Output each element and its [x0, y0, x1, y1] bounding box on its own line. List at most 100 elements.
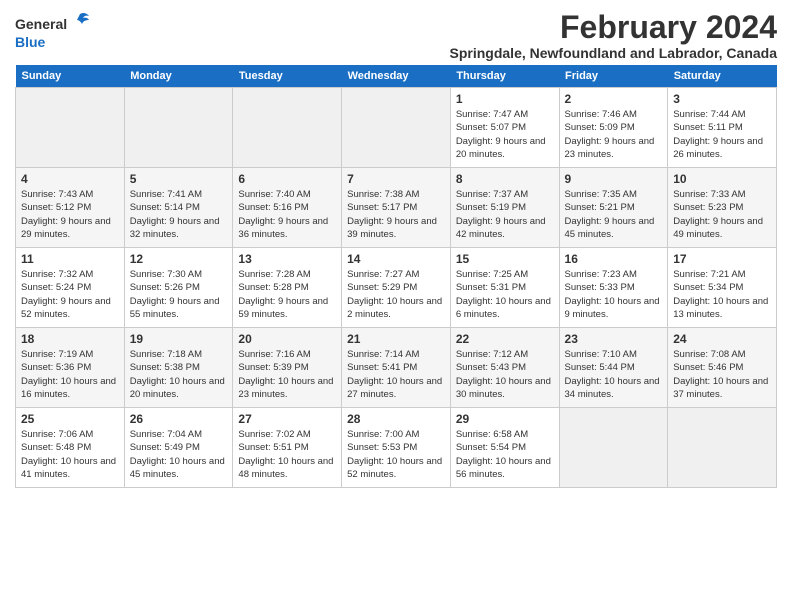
calendar-table: Sunday Monday Tuesday Wednesday Thursday…	[15, 65, 777, 488]
day-number: 6	[238, 172, 336, 186]
day-number: 1	[456, 92, 554, 106]
table-row: 3Sunrise: 7:44 AMSunset: 5:11 PMDaylight…	[668, 88, 777, 168]
day-number: 4	[21, 172, 119, 186]
week-row-1: 1 Sunrise: 7:47 AMSunset: 5:07 PMDaylight…	[16, 88, 777, 168]
day-info: Sunrise: 7:40 AMSunset: 5:16 PMDaylight:…	[238, 188, 336, 241]
table-row: 9 Sunrise: 7:35 AMSunset: 5:21 PMDaylight…	[559, 168, 668, 248]
header-thursday: Thursday	[450, 65, 559, 88]
day-info: Sunrise: 7:12 AMSunset: 5:43 PMDaylight:…	[456, 348, 554, 401]
day-number: 17	[673, 252, 771, 266]
day-info: Sunrise: 7:00 AMSunset: 5:53 PMDaylight:…	[347, 428, 445, 481]
week-row-4: 18 Sunrise: 7:19 AMSunset: 5:36 PMDayligh…	[16, 328, 777, 408]
week-row-5: 25 Sunrise: 7:06 AMSunset: 5:48 PMDayligh…	[16, 408, 777, 488]
day-info: Sunrise: 7:46 AMSunset: 5:09 PMDaylight:…	[565, 108, 663, 161]
day-info: Sunrise: 7:27 AMSunset: 5:29 PMDaylight:…	[347, 268, 445, 321]
day-number: 23	[565, 332, 663, 346]
day-number: 13	[238, 252, 336, 266]
day-number: 24	[673, 332, 771, 346]
day-info: Sunrise: 7:04 AMSunset: 5:49 PMDaylight:…	[130, 428, 228, 481]
table-row: 27 Sunrise: 7:02 AMSunset: 5:51 PMDayligh…	[233, 408, 342, 488]
day-info: Sunrise: 7:06 AMSunset: 5:48 PMDaylight:…	[21, 428, 119, 481]
day-number: 26	[130, 412, 228, 426]
table-row: 24 Sunrise: 7:08 AMSunset: 5:46 PMDayligh…	[668, 328, 777, 408]
day-number: 25	[21, 412, 119, 426]
day-number: 10	[673, 172, 771, 186]
day-info: Sunrise: 7:18 AMSunset: 5:38 PMDaylight:…	[130, 348, 228, 401]
day-info: Sunrise: 7:23 AMSunset: 5:33 PMDaylight:…	[565, 268, 663, 321]
day-info: Sunrise: 7:21 AMSunset: 5:34 PMDaylight:…	[673, 268, 771, 321]
day-number: 21	[347, 332, 445, 346]
table-row	[16, 88, 125, 168]
day-info: Sunrise: 7:30 AMSunset: 5:26 PMDaylight:…	[130, 268, 228, 321]
day-number: 27	[238, 412, 336, 426]
header-row: Sunday Monday Tuesday Wednesday Thursday…	[16, 65, 777, 88]
table-row: 21 Sunrise: 7:14 AMSunset: 5:41 PMDayligh…	[342, 328, 451, 408]
day-info: Sunrise: 7:16 AMSunset: 5:39 PMDaylight:…	[238, 348, 336, 401]
day-info: Sunrise: 7:10 AMSunset: 5:44 PMDaylight:…	[565, 348, 663, 401]
table-row	[124, 88, 233, 168]
title-section: February 2024 Springdale, Newfoundland a…	[450, 10, 777, 61]
day-number: 5	[130, 172, 228, 186]
day-info: Sunrise: 7:35 AMSunset: 5:21 PMDaylight:…	[565, 188, 663, 241]
table-row: 5Sunrise: 7:41 AMSunset: 5:14 PMDaylight…	[124, 168, 233, 248]
logo-general: General	[15, 16, 67, 32]
table-row: 2 Sunrise: 7:46 AMSunset: 5:09 PMDaylight…	[559, 88, 668, 168]
table-row: 26 Sunrise: 7:04 AMSunset: 5:49 PMDayligh…	[124, 408, 233, 488]
day-number: 18	[21, 332, 119, 346]
table-row: 14Sunrise: 7:27 AMSunset: 5:29 PMDayligh…	[342, 248, 451, 328]
table-row: 8 Sunrise: 7:37 AMSunset: 5:19 PMDaylight…	[450, 168, 559, 248]
logo: General Blue	[15, 10, 91, 50]
day-number: 8	[456, 172, 554, 186]
header: General Blue February 2024 Springdale, N…	[15, 10, 777, 61]
header-monday: Monday	[124, 65, 233, 88]
main-title: February 2024	[450, 10, 777, 45]
week-row-3: 11Sunrise: 7:32 AMSunset: 5:24 PMDayligh…	[16, 248, 777, 328]
page: General Blue February 2024 Springdale, N…	[0, 0, 792, 612]
table-row: 11Sunrise: 7:32 AMSunset: 5:24 PMDayligh…	[16, 248, 125, 328]
header-friday: Friday	[559, 65, 668, 88]
day-info: Sunrise: 6:58 AMSunset: 5:54 PMDaylight:…	[456, 428, 554, 481]
day-info: Sunrise: 7:38 AMSunset: 5:17 PMDaylight:…	[347, 188, 445, 241]
day-info: Sunrise: 7:28 AMSunset: 5:28 PMDaylight:…	[238, 268, 336, 321]
subtitle: Springdale, Newfoundland and Labrador, C…	[450, 45, 777, 61]
table-row: 13 Sunrise: 7:28 AMSunset: 5:28 PMDayligh…	[233, 248, 342, 328]
table-row: 22 Sunrise: 7:12 AMSunset: 5:43 PMDayligh…	[450, 328, 559, 408]
table-row	[668, 408, 777, 488]
day-info: Sunrise: 7:37 AMSunset: 5:19 PMDaylight:…	[456, 188, 554, 241]
day-info: Sunrise: 7:47 AMSunset: 5:07 PMDaylight:…	[456, 108, 554, 161]
day-number: 7	[347, 172, 445, 186]
table-row: 25 Sunrise: 7:06 AMSunset: 5:48 PMDayligh…	[16, 408, 125, 488]
table-row: 19 Sunrise: 7:18 AMSunset: 5:38 PMDayligh…	[124, 328, 233, 408]
table-row: 28 Sunrise: 7:00 AMSunset: 5:53 PMDayligh…	[342, 408, 451, 488]
table-row: 6 Sunrise: 7:40 AMSunset: 5:16 PMDaylight…	[233, 168, 342, 248]
day-number: 28	[347, 412, 445, 426]
day-number: 2	[565, 92, 663, 106]
day-info: Sunrise: 7:19 AMSunset: 5:36 PMDaylight:…	[21, 348, 119, 401]
day-number: 3	[673, 92, 771, 106]
header-wednesday: Wednesday	[342, 65, 451, 88]
day-info: Sunrise: 7:08 AMSunset: 5:46 PMDaylight:…	[673, 348, 771, 401]
table-row: 4 Sunrise: 7:43 AMSunset: 5:12 PMDaylight…	[16, 168, 125, 248]
logo-blue: Blue	[15, 34, 45, 50]
table-row: 20 Sunrise: 7:16 AMSunset: 5:39 PMDayligh…	[233, 328, 342, 408]
header-tuesday: Tuesday	[233, 65, 342, 88]
day-info: Sunrise: 7:33 AMSunset: 5:23 PMDaylight:…	[673, 188, 771, 241]
day-number: 22	[456, 332, 554, 346]
table-row: 29 Sunrise: 6:58 AMSunset: 5:54 PMDayligh…	[450, 408, 559, 488]
day-number: 16	[565, 252, 663, 266]
table-row: 18 Sunrise: 7:19 AMSunset: 5:36 PMDayligh…	[16, 328, 125, 408]
day-number: 19	[130, 332, 228, 346]
day-info: Sunrise: 7:14 AMSunset: 5:41 PMDaylight:…	[347, 348, 445, 401]
day-info: Sunrise: 7:25 AMSunset: 5:31 PMDaylight:…	[456, 268, 554, 321]
day-info: Sunrise: 7:02 AMSunset: 5:51 PMDaylight:…	[238, 428, 336, 481]
table-row	[559, 408, 668, 488]
day-number: 9	[565, 172, 663, 186]
table-row: 23 Sunrise: 7:10 AMSunset: 5:44 PMDayligh…	[559, 328, 668, 408]
day-info: Sunrise: 7:43 AMSunset: 5:12 PMDaylight:…	[21, 188, 119, 241]
logo-bird-icon	[69, 10, 91, 38]
day-number: 29	[456, 412, 554, 426]
table-row: 15 Sunrise: 7:25 AMSunset: 5:31 PMDayligh…	[450, 248, 559, 328]
day-number: 20	[238, 332, 336, 346]
day-number: 15	[456, 252, 554, 266]
table-row: 16 Sunrise: 7:23 AMSunset: 5:33 PMDayligh…	[559, 248, 668, 328]
